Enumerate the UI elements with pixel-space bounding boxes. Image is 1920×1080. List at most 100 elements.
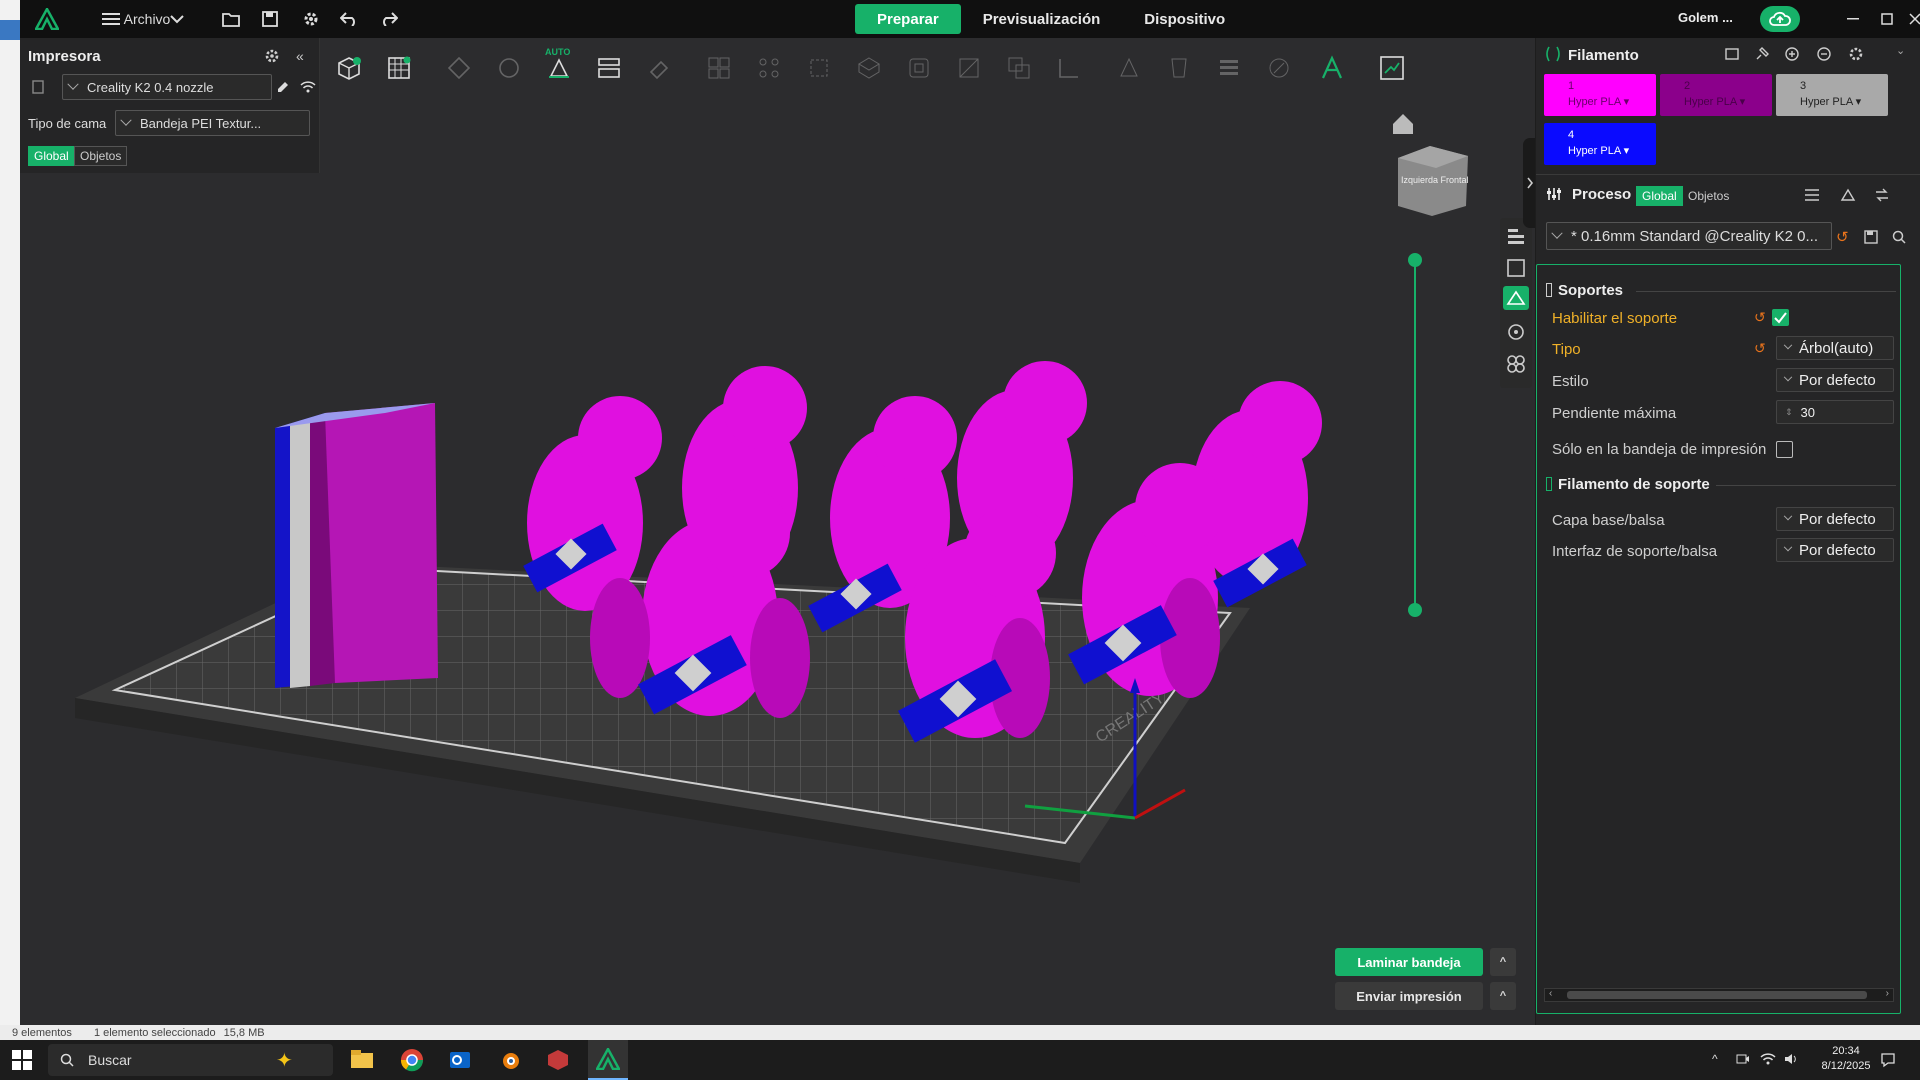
plate-icon[interactable] <box>1506 258 1526 278</box>
filament-sync-icon[interactable] <box>1724 46 1740 65</box>
reset-enable-support-icon[interactable]: ↺ <box>1754 309 1766 326</box>
cloud-upload-button[interactable] <box>1760 6 1800 32</box>
volume-icon[interactable] <box>1784 1052 1800 1069</box>
file-explorer-icon[interactable] <box>350 1048 374 1073</box>
filament-collapse-chevron-icon[interactable]: ⌄ <box>1896 44 1905 57</box>
target-icon[interactable] <box>1506 322 1526 342</box>
printer-select[interactable]: Creality K2 0.4 nozzle <box>62 74 272 100</box>
multi-object-icon[interactable] <box>1506 354 1526 374</box>
fit-icon[interactable] <box>801 50 837 86</box>
outlook-icon[interactable] <box>448 1048 472 1075</box>
tray-chevron-icon[interactable]: ^ <box>1712 1052 1718 1066</box>
auto-arrange-icon[interactable]: AUTO <box>541 47 577 86</box>
windows-start-icon[interactable] <box>12 1050 32 1073</box>
tab-dispositivo[interactable]: Dispositivo <box>1122 4 1247 34</box>
wifi-tray-icon[interactable] <box>1760 1052 1776 1069</box>
view-cube[interactable]: Izquierda Frontal <box>1398 146 1469 216</box>
process-scope-global[interactable]: Global <box>1636 186 1683 206</box>
printer-settings-gear-icon[interactable] <box>264 48 280 67</box>
filament-slot-1[interactable]: 1 Hyper PLA ▾ <box>1544 74 1656 116</box>
open-folder-icon[interactable] <box>216 0 246 38</box>
send-options-chevron-icon[interactable]: ^ <box>1490 982 1516 1010</box>
remove-filament-icon[interactable] <box>1816 46 1832 65</box>
clock[interactable]: 20:34 8/12/2025 <box>1818 1044 1874 1074</box>
rotate-icon[interactable] <box>491 50 527 86</box>
paint-icon[interactable] <box>1261 50 1297 86</box>
process-preset-icon[interactable] <box>1840 188 1856 205</box>
filament-settings-gear-icon[interactable] <box>1848 46 1864 65</box>
settings-gear-icon[interactable] <box>296 0 326 38</box>
horizontal-scrollbar[interactable]: ‹ › <box>1544 988 1894 1002</box>
process-compare-icon[interactable] <box>1874 188 1890 205</box>
cut-icon[interactable] <box>951 50 987 86</box>
scroll-left-icon[interactable]: ‹ <box>1549 988 1552 999</box>
scrollbar-thumb[interactable] <box>1567 991 1867 999</box>
chrome-icon[interactable] <box>400 1048 424 1075</box>
align-icon[interactable] <box>1506 226 1526 246</box>
copilot-sparkle-icon[interactable]: ✦ <box>276 1048 293 1073</box>
filament-slot-3[interactable]: 3 Hyper PLA ▾ <box>1776 74 1888 116</box>
app-red-cube-icon[interactable] <box>546 1048 570 1075</box>
home-view-icon[interactable] <box>1393 114 1413 134</box>
boolean-icon[interactable] <box>1001 50 1037 86</box>
enable-support-checkbox[interactable] <box>1772 309 1789 326</box>
layout-icon[interactable] <box>701 50 737 86</box>
support-type-select[interactable]: Árbol(auto) <box>1776 336 1894 360</box>
slice-options-chevron-icon[interactable]: ^ <box>1490 948 1516 976</box>
taskbar-search-box[interactable]: Buscar ✦ <box>48 1044 333 1076</box>
process-list-icon[interactable] <box>1804 188 1820 205</box>
close-icon[interactable] <box>1900 0 1920 38</box>
reset-profile-icon[interactable]: ↺ <box>1836 228 1849 246</box>
file-menu-chevron-icon[interactable] <box>162 0 192 38</box>
3d-viewport[interactable]: CREALITY Izquierda Frontal <box>20 38 1535 1025</box>
add-object-icon[interactable] <box>331 50 367 86</box>
search-icon[interactable] <box>1892 230 1906 247</box>
text-a-icon[interactable] <box>1314 50 1350 86</box>
erase-icon[interactable] <box>641 50 677 86</box>
add-filament-icon[interactable] <box>1784 46 1800 65</box>
tab-previsualizacion[interactable]: Previsualización <box>961 4 1123 34</box>
split-plates-icon[interactable] <box>591 50 627 86</box>
scroll-right-icon[interactable]: › <box>1886 988 1889 999</box>
measure-icon[interactable] <box>1051 50 1087 86</box>
distribute-icon[interactable] <box>751 50 787 86</box>
max-slope-input[interactable]: ⇕ 30 <box>1776 400 1894 424</box>
send-print-button[interactable]: Enviar impresión <box>1335 982 1483 1010</box>
save-profile-icon[interactable] <box>1864 230 1878 247</box>
tab-preparar[interactable]: Preparar <box>855 4 961 34</box>
edit-printer-icon[interactable] <box>276 80 290 97</box>
assembly-icon[interactable] <box>1374 50 1410 86</box>
support-paint-icon[interactable] <box>851 50 887 86</box>
collapse-panel-icon[interactable]: « <box>296 48 304 64</box>
meet-now-icon[interactable] <box>1736 1052 1750 1069</box>
only-plate-checkbox[interactable] <box>1776 441 1793 458</box>
seam-icon[interactable] <box>1161 50 1197 86</box>
process-profile-select[interactable]: * 0.16mm Standard @Creality K2 0... <box>1546 222 1832 250</box>
scope-objects-toggle[interactable]: Objetos <box>74 146 128 166</box>
filament-slot-2[interactable]: 2 Hyper PLA ▾ <box>1660 74 1772 116</box>
wifi-icon[interactable] <box>300 80 316 97</box>
slice-plate-button[interactable]: Laminar bandeja <box>1335 948 1483 976</box>
bed-type-select[interactable]: Bandeja PEI Textur... <box>115 110 310 136</box>
filament-slot-4[interactable]: 4 Hyper PLA ▾ <box>1544 123 1656 165</box>
maximize-icon[interactable] <box>1872 0 1902 38</box>
layer-height-slider[interactable] <box>1408 253 1422 617</box>
process-scope-objects[interactable]: Objetos <box>1682 186 1735 206</box>
plate-grid-icon[interactable] <box>381 50 417 86</box>
undo-icon[interactable] <box>334 0 364 38</box>
creality-print-taskbar-button[interactable] <box>588 1040 628 1080</box>
minimize-icon[interactable] <box>1838 0 1868 38</box>
blender-icon[interactable] <box>498 1048 522 1075</box>
layers-icon[interactable] <box>1211 50 1247 86</box>
notification-icon[interactable] <box>1880 1052 1896 1071</box>
panel-collapse-handle[interactable] <box>1523 138 1535 228</box>
save-icon[interactable] <box>255 0 285 38</box>
base-raft-select[interactable]: Por defecto <box>1776 507 1894 531</box>
support-style-select[interactable]: Por defecto <box>1776 368 1894 392</box>
filament-brush-icon[interactable] <box>1754 46 1770 65</box>
interface-select[interactable]: Por defecto <box>1776 538 1894 562</box>
scope-global-toggle[interactable]: Global <box>28 146 75 166</box>
support-view-icon[interactable] <box>1503 286 1529 310</box>
emboss-icon[interactable] <box>1111 50 1147 86</box>
reset-support-type-icon[interactable]: ↺ <box>1754 340 1766 357</box>
